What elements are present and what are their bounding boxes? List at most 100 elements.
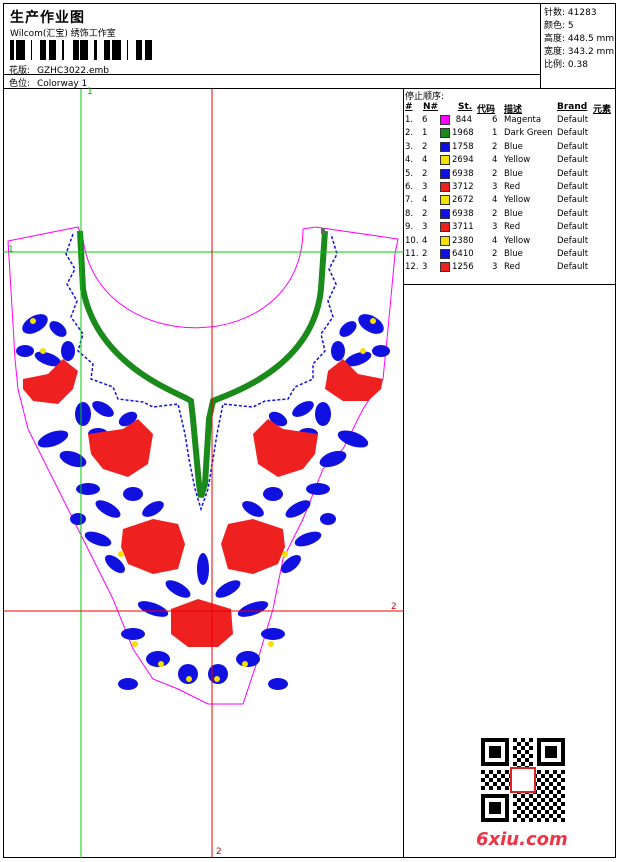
row-index: 6. — [405, 182, 414, 192]
row-index: 10. — [405, 235, 419, 246]
row-code: 2 — [492, 208, 498, 219]
row-n: 4 — [422, 155, 428, 166]
row-st: 2694 — [452, 155, 474, 166]
row-desc: Blue — [504, 168, 523, 179]
stop-sequence-title: 停止顺序: — [405, 92, 445, 102]
colorway-value: Colorway 1 — [37, 79, 88, 89]
row-index: 9. — [405, 222, 414, 233]
row-desc: Magenta — [504, 115, 542, 125]
guide-label-v2: 2 — [216, 847, 222, 857]
header-divider — [3, 74, 541, 75]
stat-height: 高度: 448.5 mm — [544, 34, 615, 44]
row-st: 1256 — [452, 262, 474, 273]
row-n: 2 — [422, 141, 428, 152]
colorway-label: 色位: — [9, 79, 31, 89]
table-row: 7. 4 2672 4 Yellow Default — [404, 195, 616, 208]
row-code: 3 — [492, 222, 498, 233]
guide-label-v1: 1 — [87, 87, 93, 97]
row-st: 844 — [455, 115, 472, 125]
color-swatch — [440, 195, 450, 206]
color-swatch — [440, 262, 450, 273]
guide-label-h2: 2 — [391, 602, 397, 612]
header-panel: 生产作业图 Wilcom(汇宝) 绣饰工作室 花版: GZHC3022.emb 色… — [3, 3, 541, 89]
color-swatch — [440, 235, 450, 246]
row-brand: Default — [557, 208, 589, 219]
table-row: 5. 2 6938 2 Blue Default — [404, 168, 616, 182]
table-row: 9. 3 3711 3 Red Default — [404, 222, 616, 235]
row-n: 3 — [422, 262, 428, 273]
row-index: 12. — [405, 262, 419, 273]
row-desc: Blue — [504, 141, 523, 152]
row-st: 1968 — [452, 128, 474, 139]
row-brand: Default — [557, 128, 589, 139]
row-st: 2672 — [452, 195, 474, 206]
col-header-brand: Brand — [557, 102, 588, 112]
row-index: 2. — [405, 128, 414, 139]
row-desc: Dark Green — [504, 128, 553, 139]
row-index: 8. — [405, 208, 414, 219]
row-n: 2 — [422, 168, 428, 179]
row-n: 2 — [422, 208, 428, 219]
row-desc: Red — [504, 222, 521, 233]
row-desc: Yellow — [504, 235, 531, 246]
color-swatch — [440, 155, 450, 166]
row-code: 4 — [492, 195, 498, 206]
row-code: 4 — [492, 155, 498, 166]
color-swatch — [440, 115, 450, 125]
row-code: 2 — [492, 168, 498, 179]
color-swatch — [440, 182, 450, 192]
stat-stitches: 针数: 41283 — [544, 8, 597, 18]
row-desc: Red — [504, 262, 521, 273]
barcode — [10, 40, 152, 60]
row-code: 2 — [492, 249, 498, 259]
stat-colors: 颜色: 5 — [544, 21, 574, 31]
color-swatch — [440, 249, 450, 259]
row-code: 3 — [492, 262, 498, 273]
row-index: 5. — [405, 168, 414, 179]
color-swatch — [440, 128, 450, 139]
row-n: 1 — [422, 128, 428, 139]
col-header-desc: 描述 — [504, 105, 523, 115]
table-row: 6. 3 3712 3 Red Default — [404, 182, 616, 195]
col-header-index: # — [405, 102, 413, 112]
row-n: 2 — [422, 249, 428, 259]
col-header-element: 元素 — [593, 105, 612, 115]
row-st: 3712 — [452, 182, 474, 192]
table-row: 1. 6 844 6 Magenta Default — [404, 115, 616, 128]
row-brand: Default — [557, 249, 589, 259]
row-brand: Default — [557, 195, 589, 206]
row-brand: Default — [557, 182, 589, 192]
row-st: 1758 — [452, 141, 474, 152]
row-st: 2380 — [452, 235, 474, 246]
table-row: 8. 2 6938 2 Blue Default — [404, 208, 616, 222]
colorway-row: 色位: Colorway 1 — [9, 76, 87, 89]
row-st: 6938 — [452, 168, 474, 179]
row-desc: Red — [504, 182, 521, 192]
stop-sequence-panel: 停止顺序: # N# St. 代码 描述 Brand 元素 1. 6 844 6 Mag… — [404, 89, 616, 285]
page-title: 生产作业图 — [10, 10, 85, 26]
row-brand: Default — [557, 262, 589, 273]
table-row: 10. 4 2380 4 Yellow Default — [404, 235, 616, 249]
color-swatch — [440, 208, 450, 219]
col-header-st: St. — [458, 102, 473, 112]
row-brand: Default — [557, 235, 589, 246]
color-swatch — [440, 141, 450, 152]
col-header-n: N# — [423, 102, 439, 112]
table-row: 4. 4 2694 4 Yellow Default — [404, 155, 616, 168]
row-st: 3711 — [452, 222, 474, 233]
color-swatch — [440, 168, 450, 179]
row-n: 6 — [422, 115, 428, 125]
row-n: 3 — [422, 182, 428, 192]
row-index: 3. — [405, 141, 414, 152]
watermark-logo: 6xiu.com — [476, 829, 568, 850]
row-code: 1 — [492, 128, 498, 139]
row-n: 4 — [422, 235, 428, 246]
row-st: 6410 — [452, 249, 474, 259]
row-brand: Default — [557, 222, 589, 233]
row-brand: Default — [557, 141, 589, 152]
table-row: 3. 2 1758 2 Blue Default — [404, 141, 616, 155]
row-n: 4 — [422, 195, 428, 206]
stat-scale: 比例: 0.38 — [544, 60, 588, 70]
row-index: 4. — [405, 155, 414, 166]
row-index: 11. — [405, 249, 419, 259]
